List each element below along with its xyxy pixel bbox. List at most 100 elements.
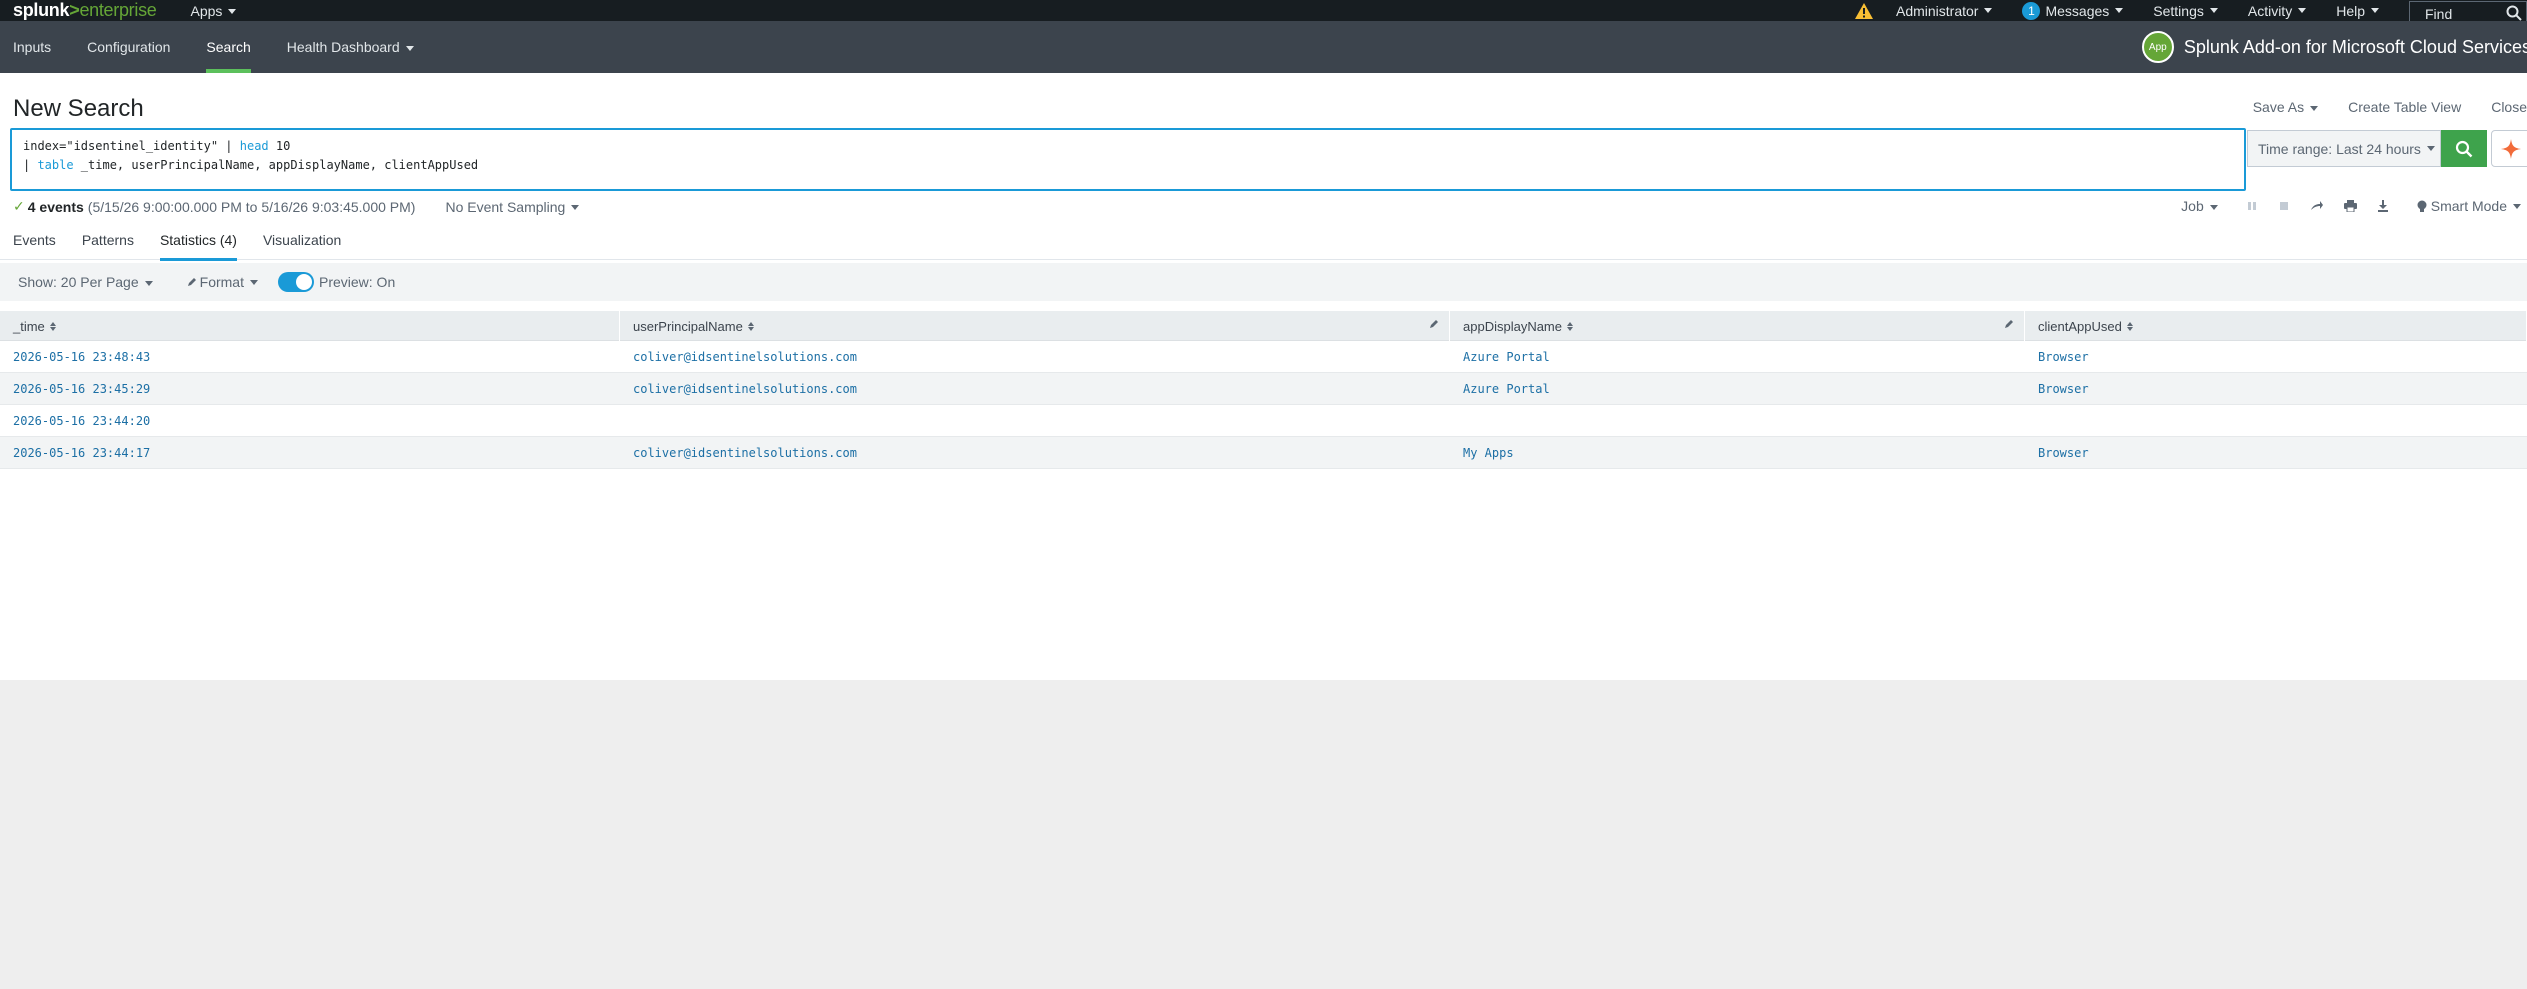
logo-splunk-text: splunk <box>13 0 70 20</box>
preview-toggle[interactable] <box>277 272 314 292</box>
cell-userprincipalname[interactable]: coliver@idsentinelsolutions.com <box>620 446 1450 460</box>
search-query-input[interactable]: index="idsentinel_identity" | head 10 | … <box>10 128 2246 191</box>
activity-menu[interactable]: Activity <box>2248 3 2306 19</box>
column-header-userprincipalname[interactable]: userPrincipalName <box>620 311 1450 341</box>
tab-events[interactable]: Events <box>13 220 56 260</box>
rows-per-page-dropdown[interactable]: Show: 20 Per Page <box>18 274 153 290</box>
event-count: 4 events <box>27 198 84 215</box>
column-header-label: appDisplayName <box>1463 318 1562 334</box>
query-text: index="idsentinel_identity" | <box>23 139 240 153</box>
cell-userprincipalname[interactable]: coliver@idsentinelsolutions.com <box>620 350 1450 364</box>
administrator-label: Administrator <box>1895 2 1979 19</box>
query-keyword-table: table <box>37 158 74 172</box>
messages-menu[interactable]: 1 Messages <box>2022 1 2123 20</box>
logo-chevron-text: > <box>69 0 80 20</box>
sort-icon[interactable] <box>2126 321 2133 331</box>
search-icon <box>2455 140 2473 157</box>
page-title: New Search <box>13 95 144 122</box>
column-header-time[interactable]: _time <box>0 311 620 341</box>
create-table-view-button[interactable]: Create Table View <box>2348 99 2461 115</box>
apps-menu-label: Apps <box>190 2 223 19</box>
warning-icon[interactable] <box>1854 2 1874 20</box>
settings-label: Settings <box>2153 2 2204 19</box>
close-button[interactable]: Close <box>2491 99 2527 115</box>
format-label: Format <box>199 274 244 290</box>
job-menu[interactable]: Job <box>2181 198 2218 214</box>
column-header-label: _time <box>13 318 45 334</box>
table-row: 2026-05-16 23:44:17 coliver@idsentinelso… <box>0 437 2527 469</box>
topbar-right-menus: Administrator 1 Messages Settings Activi… <box>1854 0 2527 27</box>
column-header-appdisplayname[interactable]: appDisplayName <box>1450 311 2025 341</box>
global-topbar: splunk>enterprise Apps Administrator 1 M… <box>0 0 2527 27</box>
pause-icon[interactable] <box>2246 200 2258 212</box>
edit-column-icon[interactable] <box>1429 319 1439 329</box>
stop-icon[interactable] <box>2278 200 2290 212</box>
preview-label: Preview: On <box>318 274 396 290</box>
check-icon: ✓ <box>13 198 25 214</box>
settings-menu[interactable]: Settings <box>2153 3 2218 19</box>
print-icon[interactable] <box>2343 200 2357 212</box>
sparkle-icon <box>2501 138 2521 159</box>
query-pipe: | <box>23 158 38 172</box>
administrator-menu[interactable]: Administrator <box>1896 3 1992 19</box>
tab-visualization[interactable]: Visualization <box>263 220 341 260</box>
cell-clientappused[interactable]: Browser <box>2025 350 2527 364</box>
find-placeholder: Find <box>2425 6 2453 22</box>
search-button[interactable] <box>2441 130 2487 167</box>
share-icon[interactable] <box>2310 200 2324 212</box>
ai-assistant-button[interactable] <box>2491 130 2527 167</box>
result-tabs: Events Patterns Statistics (4) Visualiza… <box>0 220 2527 261</box>
nav-health-dashboard[interactable]: Health Dashboard <box>287 21 414 73</box>
time-span: (5/15/26 9:00:00.000 PM to 5/16/26 9:03:… <box>87 198 416 215</box>
event-sampling-label: No Event Sampling <box>445 198 566 215</box>
column-header-label: clientAppUsed <box>2038 318 2122 334</box>
app-title-area: App Splunk Add-on for Microsoft Cloud Se… <box>2141 21 2527 73</box>
cell-appdisplayname[interactable]: My Apps <box>1450 446 2025 460</box>
cell-time[interactable]: 2026-05-16 23:44:20 <box>0 414 620 428</box>
cell-time[interactable]: 2026-05-16 23:44:17 <box>0 446 620 460</box>
cell-time[interactable]: 2026-05-16 23:45:29 <box>0 382 620 396</box>
statistics-table: _time userPrincipalName appDisplayName c… <box>0 311 2527 469</box>
column-header-clientappused[interactable]: clientAppUsed <box>2025 311 2527 341</box>
help-label: Help <box>2336 2 2365 19</box>
splunk-logo[interactable]: splunk>enterprise <box>13 0 157 21</box>
query-text: _time, userPrincipalName, appDisplayName… <box>73 158 479 172</box>
cell-appdisplayname[interactable]: Azure Portal <box>1450 382 2025 396</box>
tab-patterns[interactable]: Patterns <box>82 220 134 260</box>
sort-icon[interactable] <box>747 321 754 331</box>
save-as-button[interactable]: Save As <box>2223 99 2318 115</box>
event-sampling-dropdown[interactable]: No Event Sampling <box>445 199 579 215</box>
cell-clientappused[interactable]: Browser <box>2025 382 2527 396</box>
find-search-icon[interactable] <box>2506 5 2522 21</box>
table-row: 2026-05-16 23:44:20 <box>0 405 2527 437</box>
apps-menu[interactable]: Apps <box>190 3 236 19</box>
search-status: ✓ 4 events (5/15/26 9:00:00.000 PM to 5/… <box>13 198 579 215</box>
column-header-label: userPrincipalName <box>633 318 743 334</box>
time-range-label: Time range: Last 24 hours <box>2258 140 2421 157</box>
sort-icon[interactable] <box>49 321 56 331</box>
tab-statistics[interactable]: Statistics (4) <box>159 220 237 261</box>
cell-clientappused[interactable]: Browser <box>2025 446 2527 460</box>
job-label: Job <box>2181 198 2204 214</box>
nav-search[interactable]: Search <box>206 21 252 73</box>
export-download-icon[interactable] <box>2377 200 2389 212</box>
cell-time[interactable]: 2026-05-16 23:48:43 <box>0 350 620 364</box>
cell-userprincipalname[interactable]: coliver@idsentinelsolutions.com <box>620 382 1450 396</box>
help-menu[interactable]: Help <box>2336 3 2379 19</box>
edit-column-icon[interactable] <box>2004 319 2014 329</box>
table-row: 2026-05-16 23:48:43 coliver@idsentinelso… <box>0 341 2527 373</box>
nav-health-dashboard-label: Health Dashboard <box>286 39 400 55</box>
search-page: New Search Save As Create Table View Clo… <box>0 73 2527 680</box>
time-range-picker[interactable]: Time range: Last 24 hours <box>2247 130 2441 167</box>
query-keyword-head: head <box>239 139 269 153</box>
cell-appdisplayname[interactable]: Azure Portal <box>1450 350 2025 364</box>
nav-configuration[interactable]: Configuration <box>87 21 170 73</box>
search-mode-menu[interactable]: Smart Mode <box>2417 198 2521 214</box>
format-menu[interactable]: Format <box>187 274 258 290</box>
app-nav: Inputs Configuration Search Health Dashb… <box>0 21 437 73</box>
table-row: 2026-05-16 23:45:29 coliver@idsentinelso… <box>0 373 2527 405</box>
sort-icon[interactable] <box>1567 321 1573 331</box>
nav-inputs[interactable]: Inputs <box>13 21 51 73</box>
save-as-label: Save As <box>2252 99 2305 115</box>
table-header: _time userPrincipalName appDisplayName c… <box>0 311 2527 341</box>
